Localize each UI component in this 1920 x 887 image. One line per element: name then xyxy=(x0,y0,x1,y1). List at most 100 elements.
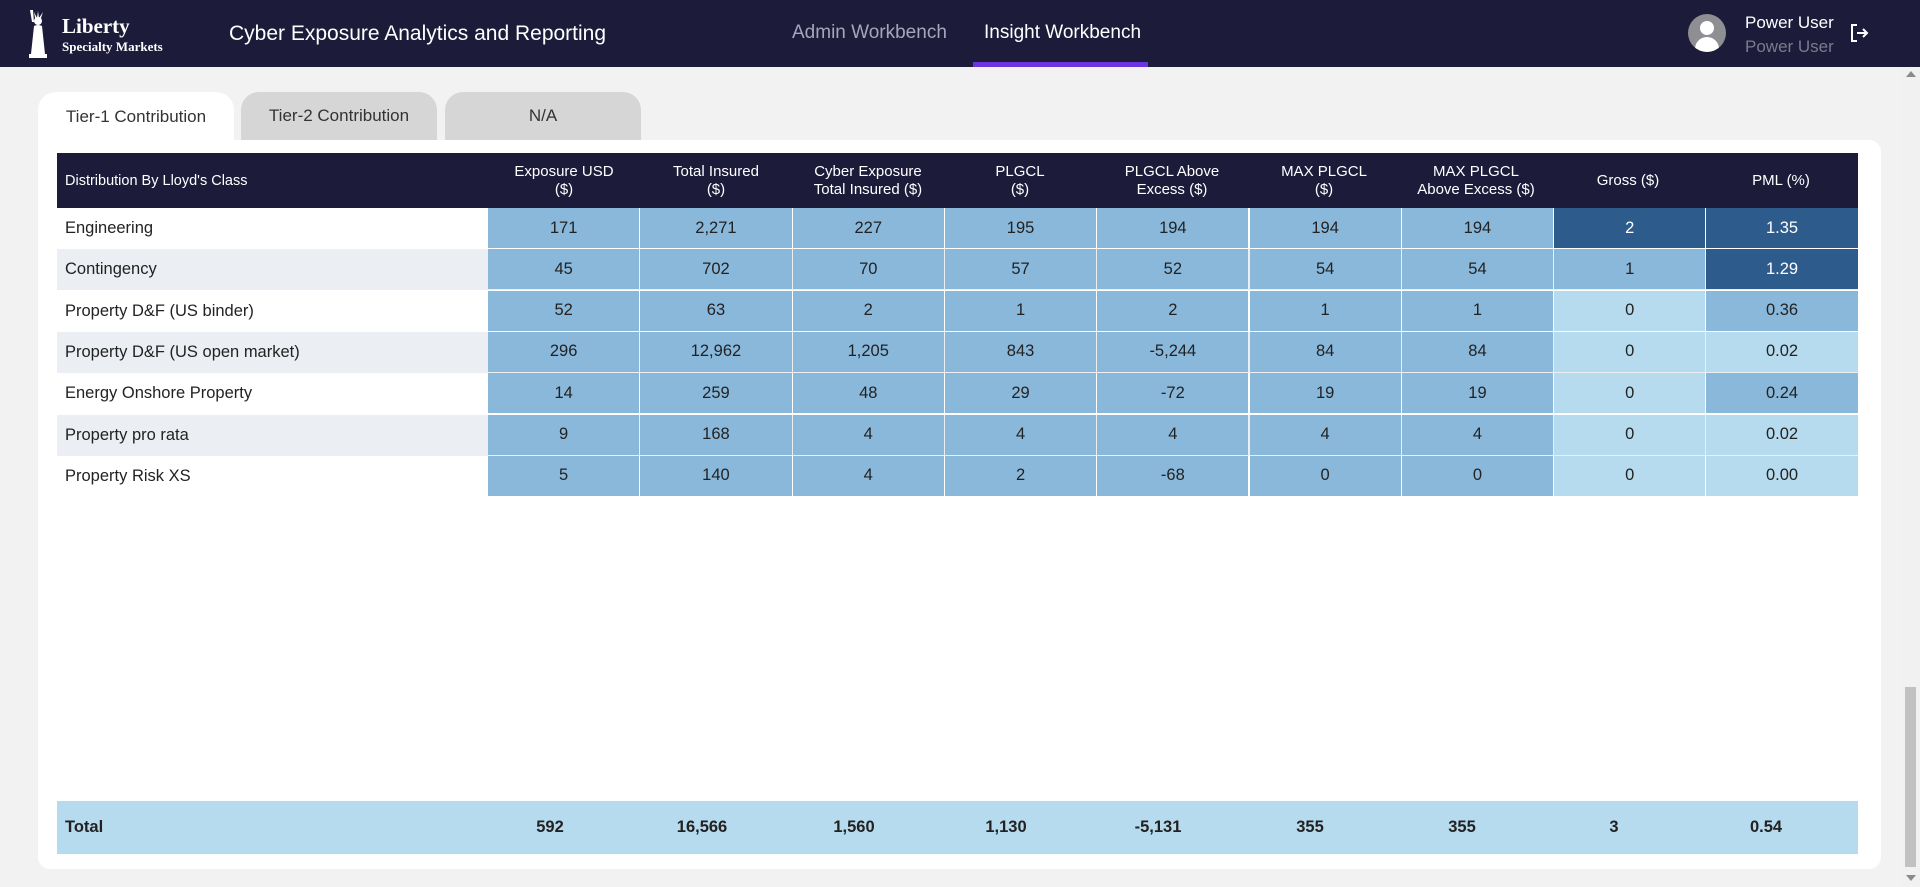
total-cell: 1,130 xyxy=(985,818,1027,836)
table-cell: 4 xyxy=(792,414,944,455)
table-cell: -72 xyxy=(1097,373,1249,414)
table-cell: 4 xyxy=(1097,414,1249,455)
table-cell: 195 xyxy=(944,208,1097,248)
table-cell: -5,244 xyxy=(1097,331,1249,372)
table-cell: 45 xyxy=(488,249,640,290)
row-label: Property pro rata xyxy=(65,425,189,444)
logout-icon[interactable] xyxy=(1848,22,1870,44)
table-cell: 259 xyxy=(640,373,792,414)
table-cell: 52 xyxy=(1097,249,1249,290)
scroll-down-arrow-icon[interactable] xyxy=(1906,875,1916,881)
table-cell: 2,271 xyxy=(640,208,792,248)
table-cell: 194 xyxy=(1249,208,1401,248)
table-cell: 2 xyxy=(1554,208,1706,248)
nav-admin-workbench[interactable]: Admin Workbench xyxy=(792,22,947,44)
user-avatar-icon[interactable] xyxy=(1688,14,1726,52)
logo-line-2: Specialty Markets xyxy=(62,38,163,54)
table-cell: 84 xyxy=(1249,331,1401,372)
column-header-plgcl[interactable]: PLGCL ($) xyxy=(944,153,1096,208)
table-cell: 5 xyxy=(488,455,640,496)
tab-tier-2-contribution[interactable]: Tier-2 Contribution xyxy=(241,92,437,140)
table-header: Distribution By Lloyd's Class Exposure U… xyxy=(57,153,1858,208)
table-row[interactable]: Contingency 45 702 70 57 52 54 54 1 1.29 xyxy=(57,249,1858,291)
table-row[interactable]: Property D&F (US binder) 52 63 2 1 2 1 1 0 0.36 xyxy=(57,290,1858,332)
table-cell: 63 xyxy=(640,290,792,331)
table-cell: 1.29 xyxy=(1706,249,1858,290)
table-cell: 140 xyxy=(640,455,792,496)
column-header-pml[interactable]: PML (%) xyxy=(1704,153,1858,208)
row-label: Property D&F (US binder) xyxy=(65,301,254,320)
scrollbar-thumb[interactable] xyxy=(1905,687,1916,867)
table-cell: 1.35 xyxy=(1706,208,1858,248)
table-cell: 0 xyxy=(1554,331,1706,372)
total-cell: 3 xyxy=(1609,818,1619,836)
table-cell: 1 xyxy=(1401,290,1554,331)
column-header-max-plgcl-above-excess[interactable]: MAX PLGCL Above Excess ($) xyxy=(1400,153,1552,208)
table-cell: 0 xyxy=(1554,290,1706,331)
table-cell: 0.24 xyxy=(1706,373,1858,414)
table-cell: 702 xyxy=(640,249,792,290)
user-role: Power User xyxy=(1745,37,1834,56)
table-cell: 2 xyxy=(944,455,1097,496)
column-header-cyber-exposure[interactable]: Cyber Exposure Total Insured ($) xyxy=(792,153,944,208)
table-cell: 296 xyxy=(488,331,640,372)
table-cell: 4 xyxy=(1401,414,1554,455)
table-cell: 171 xyxy=(488,208,640,248)
column-header-exposure-usd[interactable]: Exposure USD ($) xyxy=(488,153,640,208)
table-cell: 0 xyxy=(1249,455,1401,496)
total-cell: -5,131 xyxy=(1134,818,1182,836)
table-cell: 48 xyxy=(792,373,944,414)
table-cell: 0.02 xyxy=(1706,331,1858,372)
user-name: Power User xyxy=(1745,13,1834,32)
table-cell: 54 xyxy=(1401,249,1554,290)
logo-line-1: Liberty xyxy=(62,13,130,38)
table-cell: 194 xyxy=(1401,208,1554,248)
table-cell: 54 xyxy=(1249,249,1401,290)
table-cell: 70 xyxy=(792,249,944,290)
total-label: Total xyxy=(65,818,104,836)
column-header-max-plgcl[interactable]: MAX PLGCL ($) xyxy=(1248,153,1400,208)
row-label: Energy Onshore Property xyxy=(65,384,253,403)
nav-insight-workbench[interactable]: Insight Workbench xyxy=(984,22,1141,44)
statue-of-liberty-icon xyxy=(29,10,47,58)
table-cell: 57 xyxy=(944,249,1097,290)
liberty-logo[interactable]: Liberty Specialty Markets xyxy=(20,8,180,60)
table-cell: 2 xyxy=(1097,290,1249,331)
table-cell: 1 xyxy=(1554,249,1706,290)
total-cell: 16,566 xyxy=(676,818,728,836)
app-title: Cyber Exposure Analytics and Reporting xyxy=(229,22,607,45)
table-cell: 19 xyxy=(1249,373,1401,414)
table-cell: 227 xyxy=(792,208,944,248)
table-row[interactable]: Property pro rata 9 168 4 4 4 4 4 0 0.02 xyxy=(57,414,1858,456)
table-cell: 168 xyxy=(640,414,792,455)
table-total-row: Total 592 16,566 1,560 1,130 -5,131 355 … xyxy=(57,801,1858,854)
table-row[interactable]: Property Risk XS 5 140 4 2 -68 0 0 0 0.00 xyxy=(57,455,1858,497)
table-cell: -68 xyxy=(1097,455,1249,496)
tab-na[interactable]: N/A xyxy=(445,92,641,140)
active-nav-indicator xyxy=(973,62,1148,67)
table-cell: 29 xyxy=(944,373,1097,414)
table-cell: 0 xyxy=(1554,455,1706,496)
column-header-plgcl-above-excess[interactable]: PLGCL Above Excess ($) xyxy=(1096,153,1248,208)
table-cell: 0.00 xyxy=(1706,455,1858,496)
table-cell: 4 xyxy=(1249,414,1401,455)
column-header-gross[interactable]: Gross ($) xyxy=(1552,153,1704,208)
table-cell: 12,962 xyxy=(640,331,792,372)
scroll-up-arrow-icon[interactable] xyxy=(1906,71,1916,77)
table-cell: 0 xyxy=(1401,455,1554,496)
total-cell: 1,560 xyxy=(833,818,875,836)
table-row[interactable]: Energy Onshore Property 14 259 48 29 -72 19 19 0… xyxy=(57,373,1858,414)
column-header-total-insured[interactable]: Total Insured ($) xyxy=(640,153,792,208)
column-header-class: Distribution By Lloyd's Class xyxy=(65,172,248,189)
vertical-scrollbar[interactable] xyxy=(1901,67,1920,887)
table-row[interactable]: Property D&F (US open market) 296 12,962 1,… xyxy=(57,331,1858,373)
table-cell: 19 xyxy=(1401,373,1554,414)
table-cell: 14 xyxy=(488,373,640,414)
table-row[interactable]: Engineering 171 2,271 227 195 194 194 194 2 1.35 xyxy=(57,208,1858,249)
table-cell: 843 xyxy=(944,331,1097,372)
total-cell: 355 xyxy=(1296,818,1324,836)
table-cell: 52 xyxy=(488,290,640,331)
tab-tier-1-contribution[interactable]: Tier-1 Contribution xyxy=(38,92,234,142)
table-cell: 4 xyxy=(944,414,1097,455)
table-cell: 4 xyxy=(792,455,944,496)
